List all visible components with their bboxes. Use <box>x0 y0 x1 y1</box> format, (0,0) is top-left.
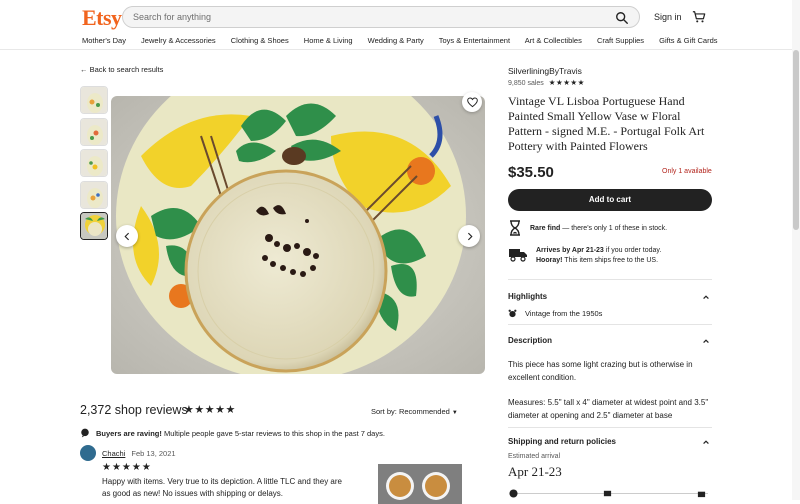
thumbnail[interactable] <box>80 180 108 209</box>
sort-label: Sort by: <box>371 407 397 416</box>
hourglass-icon <box>510 220 520 236</box>
shipping-note: Arrives by Apr 21-23 if you order today.… <box>508 246 661 266</box>
back-to-results-link[interactable]: ← Back to search results <box>80 65 163 74</box>
product-image[interactable] <box>111 96 485 374</box>
thumbnail[interactable] <box>80 86 108 114</box>
chat-bubble-icon <box>81 428 89 438</box>
search-input[interactable]: Search for anything <box>122 6 640 28</box>
thumbnail[interactable] <box>80 117 108 146</box>
highlights-toggle[interactable]: Highlights <box>508 292 547 301</box>
etsy-logo[interactable]: Etsy <box>82 5 122 31</box>
hooray-bold: Hooray! <box>536 257 563 264</box>
search-icon[interactable] <box>615 11 629 25</box>
alarm-clock-icon <box>508 309 517 318</box>
description-toggle[interactable]: Description <box>508 336 552 345</box>
chevron-up-icon[interactable] <box>702 293 710 301</box>
scrollbar-thumb[interactable] <box>793 50 799 230</box>
add-to-cart-button[interactable]: Add to cart <box>508 189 712 211</box>
cart-icon[interactable] <box>692 10 706 24</box>
vintage-text: Vintage from the 1950s <box>525 309 603 318</box>
raving-text: Multiple people gave 5-star reviews to t… <box>161 428 385 438</box>
listing-title: Vintage VL Lisboa Portuguese Hand Painte… <box>508 94 705 153</box>
signin-link[interactable]: Sign in <box>654 12 682 22</box>
previous-image-button[interactable] <box>116 225 138 247</box>
estimated-arrival-label: Estimated arrival <box>508 453 561 460</box>
back-link-label: Back to search results <box>89 65 164 74</box>
chevron-up-icon[interactable] <box>702 438 710 446</box>
reviewer-name[interactable]: Chachi <box>102 449 125 458</box>
review-photo[interactable] <box>378 464 462 504</box>
shop-sales: 9,850 sales ★★★★★ <box>508 78 585 87</box>
avatar <box>80 445 96 461</box>
chevron-right-icon <box>467 232 473 240</box>
rare-find-note: Rare find — there's only 1 of these in s… <box>508 220 667 236</box>
description-body: This piece has some light crazing but is… <box>508 358 712 422</box>
arrives-bold: Arrives by Apr 21-23 <box>536 247 604 254</box>
estimated-arrival-date: Apr 21-23 <box>508 464 562 479</box>
sort-value: Recommended <box>398 407 450 416</box>
category-art[interactable]: Art & Collectibles <box>525 36 582 45</box>
buyers-raving-note: Buyers are raving! Multiple people gave … <box>80 428 385 438</box>
truck-icon <box>603 490 612 497</box>
category-wedding[interactable]: Wedding & Party <box>368 36 424 45</box>
raving-bold: Buyers are raving! <box>96 428 162 438</box>
thumbnail-selected[interactable] <box>80 212 108 240</box>
divider <box>508 324 712 325</box>
category-nav: Mother's Day Jewelry & Accessories Cloth… <box>82 36 731 45</box>
divider <box>508 279 712 280</box>
divider <box>508 427 712 428</box>
category-clothing[interactable]: Clothing & Shoes <box>231 36 289 45</box>
sort-dropdown[interactable]: Sort by: Recommended ▼ <box>371 407 458 416</box>
shipping-policies-toggle[interactable]: Shipping and return policies <box>508 437 616 446</box>
category-mothers-day[interactable]: Mother's Day <box>82 36 126 45</box>
rare-find-bold: Rare find <box>530 224 561 232</box>
category-craft[interactable]: Craft Supplies <box>597 36 644 45</box>
arrives-text: if you order today. <box>603 247 662 254</box>
description-paragraph: This piece has some light crazing but is… <box>508 360 693 382</box>
rare-find-text: — there's only 1 of these in stock. <box>560 224 668 232</box>
description-paragraph: Measures: 5.5" tall x 4" diameter at wid… <box>508 398 709 420</box>
review-date: Feb 13, 2021 <box>131 448 176 458</box>
site-header: Etsy Search for anything Sign in Mother'… <box>0 0 800 50</box>
search-placeholder: Search for anything <box>133 12 212 22</box>
shop-reviews-title: 2,372 shop reviews <box>80 403 188 417</box>
chevron-up-icon[interactable] <box>702 337 710 345</box>
shop-reviews-stars: ★★★★★ <box>184 404 236 416</box>
favorite-button[interactable] <box>462 92 482 112</box>
category-gifts[interactable]: Gifts & Gift Cards <box>659 36 717 45</box>
caret-down-icon: ▼ <box>451 410 458 416</box>
order-icon <box>509 489 518 498</box>
gift-icon <box>697 491 706 498</box>
review-stars: ★★★★★ <box>102 462 152 473</box>
arrow-left-icon: ← <box>80 65 88 74</box>
price: $35.50 <box>508 164 554 181</box>
category-jewelry[interactable]: Jewelry & Accessories <box>141 36 216 45</box>
shop-rating-stars: ★★★★★ <box>548 78 585 87</box>
thumbnail[interactable] <box>80 149 108 177</box>
heart-icon <box>466 97 478 107</box>
availability-note: Only 1 available <box>662 168 712 175</box>
category-toys[interactable]: Toys & Entertainment <box>439 36 510 45</box>
hooray-text: This item ships free to the US. <box>562 257 659 264</box>
chevron-left-icon <box>123 232 129 240</box>
thumbnail-strip <box>80 86 108 244</box>
sales-count: 9,850 sales <box>508 80 544 87</box>
next-image-button[interactable] <box>458 225 480 247</box>
category-home[interactable]: Home & Living <box>304 36 353 45</box>
shop-name-link[interactable]: SilverliningByTravis <box>508 66 582 76</box>
delivery-truck-icon <box>509 249 527 262</box>
review-author: Chachi Feb 13, 2021 <box>80 445 176 461</box>
vintage-highlight: Vintage from the 1950s <box>508 309 602 318</box>
review-text: Happy with items. Very true to its depic… <box>102 477 342 498</box>
